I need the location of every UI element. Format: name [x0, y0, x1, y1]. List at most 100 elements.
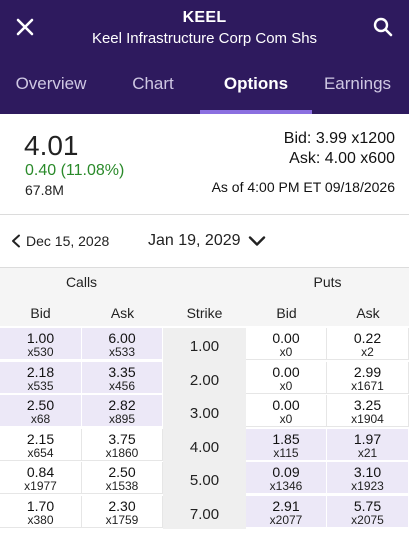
call-bid-cell[interactable]: 1.00 x530 [0, 328, 82, 360]
put-ask-price: 1.97 [353, 430, 382, 447]
put-ask-price: 3.25 [353, 397, 382, 413]
put-ask-cell[interactable]: 0.22 x2 [327, 328, 409, 360]
call-bid-size: x1977 [24, 479, 57, 493]
as-of-timestamp: As of 4:00 PM ET 09/18/2026 [211, 179, 395, 195]
put-ask-cell[interactable]: 3.10 x1923 [327, 462, 409, 494]
call-bid-price: 2.18 [26, 363, 55, 380]
option-chain-table: 1.00 x530 6.00 x533 1.00 0.00 x0 0.22 x2… [0, 328, 409, 529]
put-bid-price: 0.00 [272, 363, 300, 380]
call-bid-cell[interactable]: 1.70 x380 [0, 495, 82, 528]
chevron-left-icon [12, 234, 20, 248]
put-ask-size: x1904 [351, 412, 384, 426]
call-ask-column-header: Ask [110, 305, 135, 321]
company-name: Keel Infrastructure Corp Com Shs [91, 30, 318, 47]
strike-price: 7.00 [163, 495, 246, 529]
call-bid-price: 1.00 [26, 330, 55, 346]
tab-options[interactable]: Options [200, 66, 312, 114]
call-bid-cell[interactable]: 2.50 x68 [0, 395, 82, 427]
call-bid-price: 1.70 [26, 497, 55, 514]
call-ask-size: x533 [108, 345, 136, 359]
table-row: 1.00 x530 6.00 x533 1.00 0.00 x0 0.22 x2 [0, 328, 409, 362]
put-bid-cell[interactable]: 1.85 x115 [246, 428, 327, 461]
put-ask-price: 3.10 [353, 464, 382, 480]
put-bid-cell[interactable]: 0.09 x1346 [246, 462, 327, 494]
call-ask-price: 3.75 [108, 430, 136, 447]
call-bid-price: 2.15 [26, 430, 55, 447]
tab-bar: Overview Chart Options Earnings [0, 66, 409, 114]
put-ask-size: x21 [357, 445, 378, 460]
put-ask-price: 2.99 [353, 363, 382, 380]
ask-quote: Ask: 4.00 x600 [289, 150, 395, 167]
put-ask-size: x2075 [351, 512, 384, 527]
put-bid-cell[interactable]: 2.91 x2077 [246, 495, 327, 528]
call-ask-size: x1860 [105, 445, 139, 460]
put-bid-cell[interactable]: 0.00 x0 [246, 361, 327, 394]
puts-header: Puts [313, 274, 342, 290]
strike-price: 5.00 [163, 462, 246, 496]
put-ask-size: x1923 [351, 479, 384, 493]
put-ask-cell[interactable]: 5.75 x2075 [327, 495, 409, 528]
call-ask-price: 3.35 [108, 363, 136, 380]
call-ask-cell[interactable]: 2.30 x1759 [82, 495, 163, 528]
put-ask-price: 0.22 [353, 330, 382, 346]
call-ask-cell[interactable]: 2.82 x895 [82, 395, 163, 427]
put-ask-size: x1671 [351, 378, 384, 393]
call-ask-price: 2.30 [108, 497, 136, 514]
table-row: 2.15 x654 3.75 x1860 4.00 1.85 x115 1.97… [0, 428, 409, 462]
put-bid-price: 1.85 [272, 430, 300, 447]
strike-column-header: Strike [186, 305, 223, 321]
strike-price: 2.00 [163, 361, 246, 395]
call-bid-cell[interactable]: 2.18 x535 [0, 361, 82, 394]
call-bid-size: x535 [27, 378, 54, 393]
ticker-symbol: KEEL [182, 9, 227, 26]
table-row: 0.84 x1977 2.50 x1538 5.00 0.09 x1346 3.… [0, 462, 409, 496]
strike-price: 4.00 [163, 428, 246, 462]
calls-header: Calls [65, 274, 98, 290]
call-ask-cell[interactable]: 3.35 x456 [82, 361, 163, 394]
put-bid-price: 2.91 [272, 497, 300, 514]
volume: 67.8M [25, 182, 64, 198]
call-ask-price: 2.50 [108, 464, 136, 480]
put-ask-cell[interactable]: 1.97 x21 [327, 428, 409, 461]
tab-earnings[interactable]: Earnings [306, 66, 409, 114]
put-ask-cell[interactable]: 2.99 x1671 [327, 361, 409, 394]
put-bid-cell[interactable]: 0.00 x0 [246, 328, 327, 360]
put-bid-size: x115 [273, 445, 299, 460]
table-row: 1.70 x380 2.30 x1759 7.00 2.91 x2077 5.7… [0, 495, 409, 529]
call-bid-price: 0.84 [26, 464, 55, 480]
call-ask-size: x456 [108, 378, 136, 393]
call-bid-column-header: Bid [30, 305, 51, 321]
put-bid-column-header: Bid [276, 305, 297, 321]
put-ask-price: 5.75 [353, 497, 382, 514]
tab-chart[interactable]: Chart [102, 66, 204, 114]
search-icon[interactable] [373, 17, 393, 37]
table-row: 2.18 x535 3.35 x456 2.00 0.00 x0 2.99 x1… [0, 361, 409, 395]
put-bid-cell[interactable]: 0.00 x0 [246, 395, 327, 427]
last-price: 4.01 [24, 130, 79, 161]
app-header: KEEL Keel Infrastructure Corp Com Shs Ov… [0, 0, 409, 114]
call-ask-cell[interactable]: 6.00 x533 [82, 328, 163, 360]
previous-expiry-label: Dec 15, 2028 [26, 233, 110, 249]
call-bid-size: x530 [27, 345, 54, 359]
divider [0, 214, 409, 215]
call-ask-cell[interactable]: 3.75 x1860 [82, 428, 163, 461]
put-bid-size: x0 [279, 412, 293, 426]
strike-price: 1.00 [163, 328, 246, 362]
call-bid-price: 2.50 [26, 397, 55, 413]
call-ask-size: x895 [108, 412, 136, 426]
call-ask-price: 6.00 [108, 330, 136, 346]
call-bid-size: x380 [27, 512, 54, 527]
tab-overview[interactable]: Overview [0, 66, 102, 114]
call-bid-cell[interactable]: 0.84 x1977 [0, 462, 82, 494]
put-ask-column-header: Ask [356, 305, 380, 321]
current-expiry-label: Jan 19, 2029 [148, 232, 241, 249]
put-bid-size: x1346 [269, 479, 303, 493]
call-ask-cell[interactable]: 2.50 x1538 [82, 462, 163, 494]
put-ask-cell[interactable]: 3.25 x1904 [327, 395, 409, 427]
current-expiry-dropdown[interactable]: Jan 19, 2029 [148, 232, 267, 250]
previous-expiry-button[interactable]: Dec 15, 2028 [10, 233, 109, 249]
call-bid-size: x654 [27, 445, 54, 460]
put-bid-price: 0.00 [272, 397, 300, 413]
table-row: 2.50 x68 2.82 x895 3.00 0.00 x0 3.25 x19… [0, 395, 409, 429]
call-bid-cell[interactable]: 2.15 x654 [0, 428, 82, 461]
